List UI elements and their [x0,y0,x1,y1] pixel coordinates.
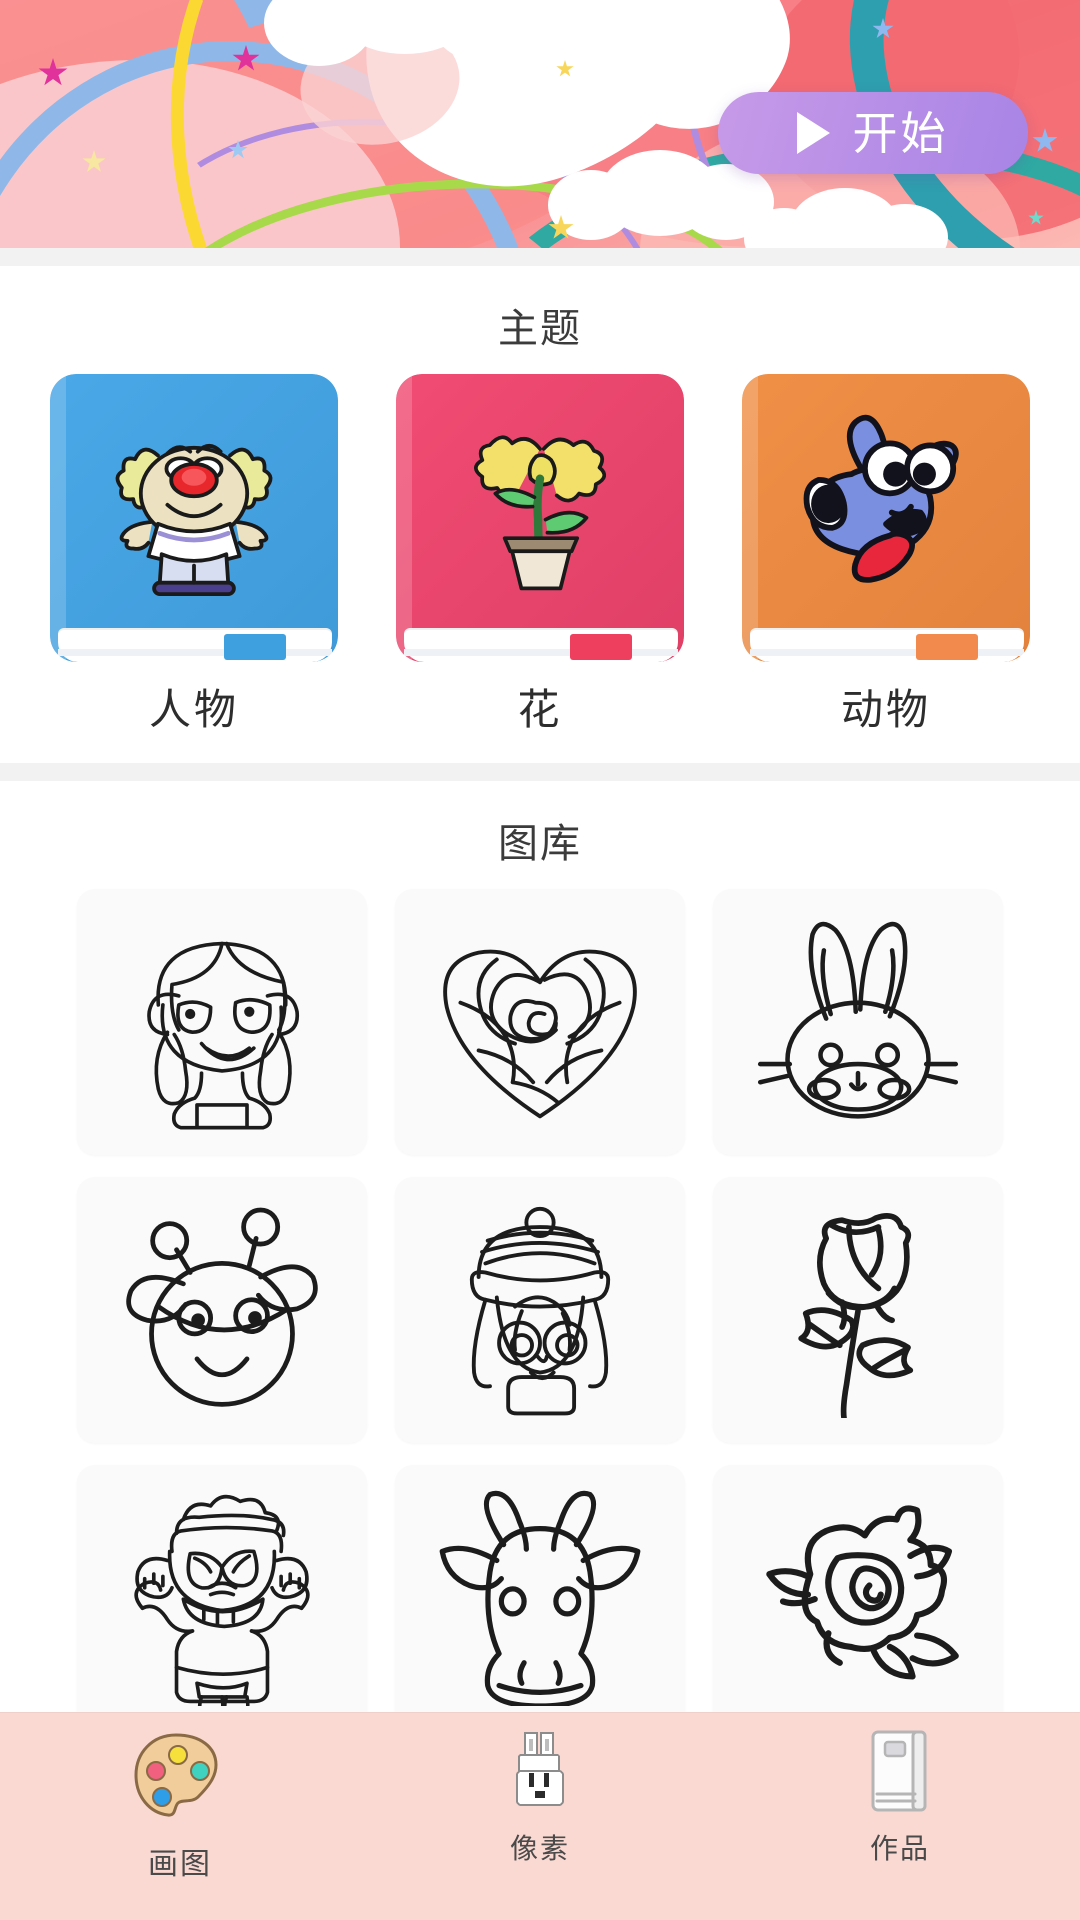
app-root: 开始 主题 人物 花 动物 图库 画图 像素 作品 [0,0,1080,1920]
potted-chrysanthemum-illustration [396,392,684,610]
hero-banner: 开始 [0,0,1080,248]
gallery-item-rose-bud[interactable] [713,1177,1003,1443]
paint-palette-icon [130,1727,230,1831]
book-bookmark [224,634,286,660]
tab-pixel[interactable]: 像素 [420,1727,660,1867]
bottom-tab-bar: 画图 像素 作品 [0,1712,1080,1920]
blue-dog-illustration [742,392,1030,610]
heart-shaped-rose-lineart [443,949,637,1119]
theme-card-animal[interactable]: 动物 [742,374,1030,737]
book-pages [750,628,1024,662]
section-divider [0,248,1080,266]
book-cover [396,374,684,662]
gallery-item-giraffe[interactable] [77,1177,367,1443]
gallery-item-angry-monkey[interactable] [77,1465,367,1712]
clown-character-illustration [50,392,338,610]
play-triangle-icon [797,112,831,154]
tab-draw-label: 画图 [148,1847,212,1882]
theme-card-row: 人物 花 动物 [0,374,1080,763]
rose-bloom-lineart [766,1505,959,1680]
book-bookmark [916,634,978,660]
angry-monkey-lineart [134,1494,310,1706]
theme-section: 主题 人物 花 动物 [0,266,1080,763]
theme-card-flower[interactable]: 花 [396,374,684,737]
theme-card-label: 动物 [840,685,931,734]
book-pages [404,628,678,662]
gallery-item-girl-beanie[interactable] [395,1177,685,1443]
theme-section-title: 主题 [498,306,582,352]
book-pages [58,628,332,662]
gallery-item-girl-pigtails[interactable] [77,889,367,1155]
girl-with-beanie-lineart [469,1206,611,1416]
section-divider [0,763,1080,781]
tab-works[interactable]: 作品 [780,1727,1020,1867]
cloud-icon [548,150,774,240]
book-cover [50,374,338,662]
cloud-icon [264,0,550,66]
gallery-section-title: 图库 [498,821,582,867]
giraffe-face-lineart [126,1207,318,1407]
gallery-grid [0,889,1080,1712]
bunny-face-lineart [757,921,959,1119]
tab-works-label: 作品 [869,1832,930,1865]
gallery-section: 图库 [0,781,1080,1712]
tab-pixel-label: 像素 [509,1832,570,1865]
start-button[interactable]: 开始 [718,92,1028,174]
cow-head-lineart [439,1490,641,1706]
pixel-rabbit-icon [507,1727,573,1819]
notebook-icon [865,1727,935,1819]
gallery-item-rose-bloom[interactable] [713,1465,1003,1712]
theme-card-people[interactable]: 人物 [50,374,338,737]
girl-with-pigtails-lineart [147,941,300,1130]
start-button-label: 开始 [852,106,949,160]
book-cover [742,374,1030,662]
theme-card-label: 人物 [148,685,239,734]
gallery-item-bunny[interactable] [713,889,1003,1155]
gallery-item-heart-rose[interactable] [395,889,685,1155]
theme-card-label: 花 [517,685,563,734]
book-bookmark [570,634,632,660]
tab-draw[interactable]: 画图 [60,1727,300,1883]
rose-bud-stem-lineart [798,1213,914,1418]
gallery-item-cow[interactable] [395,1465,685,1712]
